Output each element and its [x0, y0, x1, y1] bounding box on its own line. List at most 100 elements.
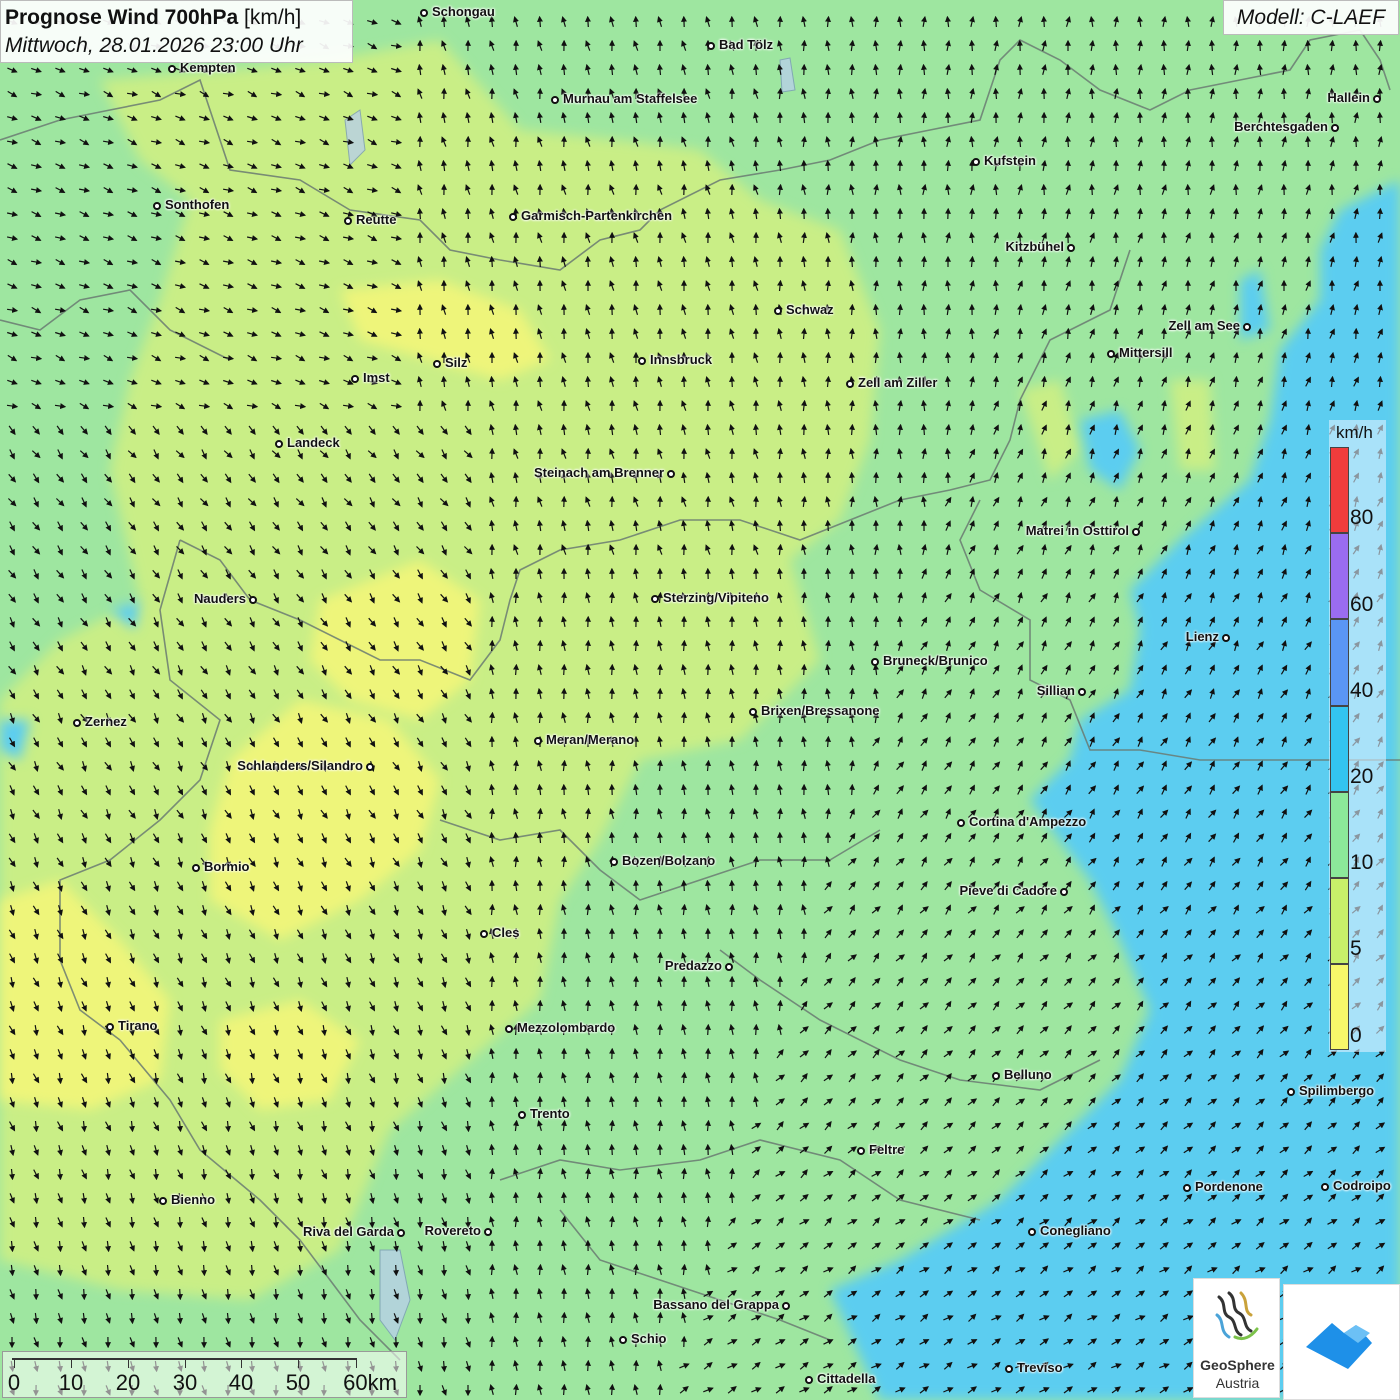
wind-arrow — [1040, 15, 1047, 28]
city-marker — [1060, 888, 1068, 896]
wind-arrow — [537, 639, 544, 652]
wind-arrow — [536, 255, 543, 268]
scale-tick — [356, 1358, 357, 1368]
city-marker — [518, 1111, 526, 1119]
wind-arrow — [608, 831, 615, 844]
city-label: Matrei in Osttirol — [1025, 523, 1129, 538]
wind-arrow — [417, 1312, 424, 1325]
scale-label: 20 — [115, 1370, 141, 1395]
wind-arrow — [1017, 327, 1024, 340]
wind-arrow — [608, 1191, 615, 1204]
wind-arrow — [1088, 183, 1095, 196]
city-label: Predazzo — [664, 958, 722, 973]
city-marker — [420, 9, 428, 17]
wind-arrow — [632, 831, 639, 844]
city-marker — [153, 202, 161, 210]
city-marker — [1222, 634, 1230, 642]
wind-arrow — [1232, 87, 1239, 100]
scale-label: 30 — [172, 1370, 198, 1395]
wind-arrow — [608, 1143, 615, 1156]
city-label: Silz — [445, 355, 468, 370]
wind-arrow — [801, 663, 808, 676]
wind-arrow — [680, 255, 687, 268]
city-label: Cles — [492, 925, 520, 940]
wind-arrow — [1328, 111, 1335, 124]
wind-arrow — [1064, 135, 1071, 148]
scale-tick — [71, 1358, 72, 1368]
city-label: Mezzolombardo — [517, 1020, 616, 1035]
city-marker — [725, 963, 733, 971]
wind-arrow — [441, 1168, 448, 1181]
wind-arrow — [968, 39, 975, 52]
wind-arrow — [824, 207, 831, 220]
app-logo[interactable] — [1283, 1284, 1400, 1400]
city-label: Reutte — [356, 212, 397, 227]
wind-map[interactable]: Prognose Wind 700hPa [km/h] Mittwoch, 28… — [0, 0, 1400, 1400]
wind-arrow — [609, 1383, 616, 1396]
wind-arrow — [728, 1191, 735, 1204]
wind-arrow — [633, 999, 640, 1012]
geosphere-logo-icon — [1215, 1291, 1258, 1341]
city-marker — [638, 357, 646, 365]
wind-arrow — [776, 879, 783, 892]
wind-arrow — [417, 1216, 424, 1229]
city-marker — [1107, 350, 1115, 358]
city-label: Schongau — [432, 4, 495, 19]
legend-tick-label: 60 — [1350, 593, 1374, 616]
city-label: Bormio — [204, 859, 250, 874]
city-marker — [73, 719, 81, 727]
wind-arrow — [729, 999, 736, 1012]
city-marker — [619, 1336, 627, 1344]
wind-arrow — [1376, 111, 1383, 124]
wind-arrow — [728, 879, 735, 892]
wind-arrow — [512, 831, 519, 844]
scale-tick — [185, 1358, 186, 1368]
city-marker — [159, 1197, 167, 1205]
legend-band — [1330, 447, 1349, 534]
wind-arrow — [416, 327, 423, 340]
wind-arrow — [585, 1359, 592, 1372]
wind-arrow — [680, 831, 687, 844]
city-label: Codroipo — [1333, 1178, 1391, 1193]
wind-arrow — [873, 111, 880, 124]
city-label: Tirano — [118, 1018, 158, 1033]
wind-arrow — [249, 1168, 256, 1181]
wind-arrow — [896, 471, 903, 484]
city-label: Bad Tölz — [719, 37, 774, 52]
scale-tick — [14, 1358, 15, 1368]
scale-bar-line — [12, 1358, 356, 1360]
wind-arrow — [225, 1216, 232, 1229]
wind-arrow — [800, 519, 807, 532]
scale-label: 10 — [58, 1370, 84, 1395]
wind-arrow — [776, 519, 783, 532]
wind-arrow — [777, 351, 784, 364]
wind-arrow — [1352, 39, 1359, 52]
wind-arrow — [849, 63, 856, 76]
wind-arrow — [584, 255, 591, 268]
city-marker — [992, 1072, 1000, 1080]
wind-arrow — [633, 711, 640, 724]
city-marker — [1243, 323, 1251, 331]
wind-arrow — [1208, 135, 1215, 148]
city-marker — [782, 1302, 790, 1310]
wind-arrow — [536, 375, 543, 388]
city-label: Mittersill — [1119, 345, 1173, 360]
wind-arrow — [992, 15, 999, 28]
wind-arrow — [705, 687, 712, 700]
wind-arrow — [1184, 87, 1191, 100]
city-marker — [509, 213, 517, 221]
wind-arrow — [297, 1168, 304, 1181]
city-label: Schlanders/Silandro — [237, 758, 363, 773]
wind-arrow — [753, 687, 760, 700]
city-label: Sonthofen — [165, 197, 230, 212]
legend-tick-label: 40 — [1350, 679, 1374, 702]
wind-arrow — [1113, 327, 1120, 340]
wind-arrow — [129, 1288, 136, 1301]
geosphere-logo[interactable]: GeoSphere Austria — [1193, 1278, 1280, 1398]
wind-arrow — [273, 1312, 280, 1325]
wind-arrow — [225, 1288, 232, 1301]
wind-arrow — [632, 375, 639, 388]
wind-arrow — [681, 711, 688, 724]
wind-arrow — [1160, 39, 1167, 52]
wind-arrow — [177, 1288, 184, 1301]
